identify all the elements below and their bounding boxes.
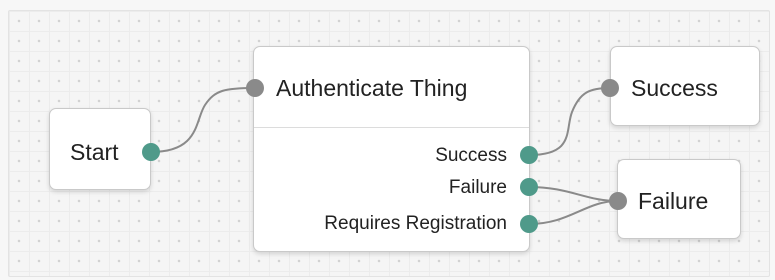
failure-node[interactable]: Failure (617, 159, 741, 239)
node-divider (254, 127, 529, 128)
failure-node-input-port[interactable] (609, 192, 627, 210)
outcome-label-failure: Failure (448, 177, 507, 198)
success-outcome-port[interactable] (520, 146, 538, 164)
start-node-title: Start (70, 139, 119, 165)
failure-node-title: Failure (638, 188, 709, 214)
authenticate-thing-title: Authenticate Thing (276, 75, 468, 101)
start-node[interactable]: Start (49, 108, 151, 190)
success-node-input-port[interactable] (601, 79, 619, 97)
success-node-title: Success (631, 75, 718, 101)
authenticate-input-port[interactable] (246, 79, 264, 97)
outcome-label-success: Success (435, 145, 507, 166)
requires-registration-outcome-port[interactable] (520, 215, 538, 233)
start-output-port[interactable] (142, 143, 160, 161)
success-node[interactable]: Success (610, 46, 760, 126)
failure-outcome-port[interactable] (520, 178, 538, 196)
authenticate-thing-node[interactable]: Authenticate Thing Success Failure Requi… (253, 46, 530, 252)
outcome-label-requires-registration: Requires Registration (324, 213, 507, 234)
